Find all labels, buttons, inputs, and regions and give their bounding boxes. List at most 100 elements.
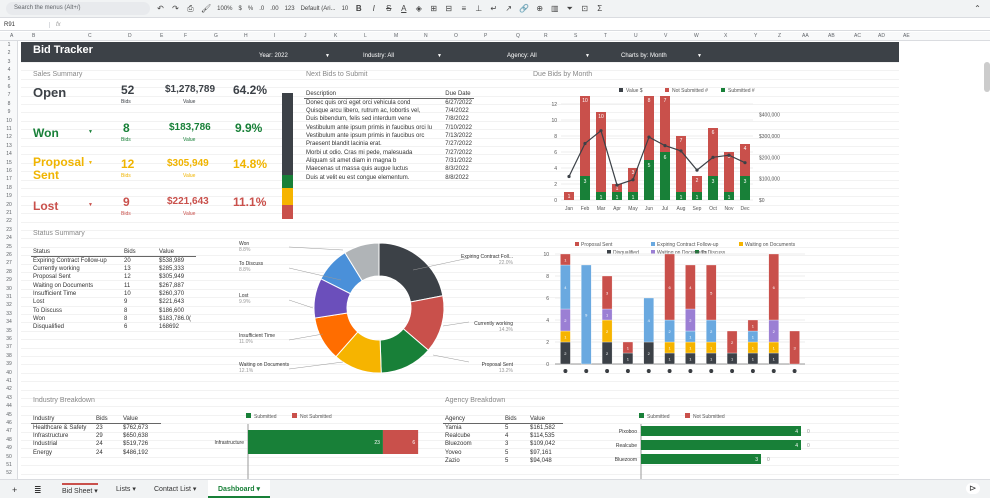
table-row[interactable]: Industrial 24 $519,726 xyxy=(31,440,161,448)
column-header[interactable]: G xyxy=(214,33,218,39)
table-row[interactable]: Insufficient Time 10 $260,370 xyxy=(31,290,196,298)
column-header[interactable]: T xyxy=(604,33,607,39)
redo-icon[interactable]: ↷ xyxy=(171,4,180,13)
column-header[interactable]: Y xyxy=(754,33,757,39)
fill-color-icon[interactable]: ◈ xyxy=(414,4,423,13)
row-header[interactable]: 47 xyxy=(0,428,18,434)
row-header[interactable]: 15 xyxy=(0,160,18,166)
decrease-decimal-button[interactable]: .0 xyxy=(259,6,264,12)
column-header[interactable]: X xyxy=(724,33,727,39)
row-header[interactable]: 40 xyxy=(0,370,18,376)
row-header[interactable]: 32 xyxy=(0,302,18,308)
column-header[interactable]: I xyxy=(274,33,275,39)
row-header[interactable]: 35 xyxy=(0,328,18,334)
filter-icon[interactable]: ⏷ xyxy=(565,4,574,14)
agency-filter[interactable]: Agency: All xyxy=(507,53,537,59)
row-header[interactable]: 45 xyxy=(0,412,18,418)
tab-bid-sheet[interactable]: Bid Sheet ▾ xyxy=(62,483,98,495)
column-header[interactable]: D xyxy=(128,33,132,39)
row-header[interactable]: 17 xyxy=(0,176,18,182)
zoom-select[interactable]: 100% xyxy=(217,6,232,12)
table-row[interactable]: Morbi ut odio. Cras mi pede, malesuada 7/… xyxy=(304,148,474,156)
column-header[interactable]: W xyxy=(694,33,699,39)
column-header[interactable]: F xyxy=(184,33,187,39)
table-row[interactable]: Donec quis orci eget orci vehicula cond 6… xyxy=(304,99,474,108)
table-row[interactable]: To Discuss 8 $186,600 xyxy=(31,306,196,314)
table-row[interactable]: Duis bibendum, felis sed interdum vene 7/… xyxy=(304,115,474,123)
row-header[interactable]: 38 xyxy=(0,353,18,359)
number-format-button[interactable]: 123 xyxy=(285,6,295,12)
table-row[interactable]: Zazio 5 $94,048 xyxy=(443,457,563,465)
chevron-down-icon[interactable]: ▼ xyxy=(437,53,442,59)
strikethrough-icon[interactable]: S xyxy=(384,4,393,13)
column-header[interactable]: K xyxy=(334,33,337,39)
font-size-select[interactable]: 10 xyxy=(342,6,349,12)
column-header[interactable]: J xyxy=(304,33,307,39)
table-row[interactable]: Won 8 $183,786.0( xyxy=(31,315,196,323)
comment-icon[interactable]: ⊕ xyxy=(535,4,544,13)
row-header[interactable]: 23 xyxy=(0,227,18,233)
all-sheets-icon[interactable]: ≣ xyxy=(34,485,42,496)
vertical-scrollbar[interactable] xyxy=(984,62,990,92)
menu-search-input[interactable]: Search the menus (Alt+/) xyxy=(6,2,150,15)
merge-icon[interactable]: ⊟ xyxy=(444,4,453,13)
row-header[interactable]: 1 xyxy=(0,42,18,48)
column-header[interactable]: N xyxy=(424,33,428,39)
row-header[interactable]: 33 xyxy=(0,311,18,317)
table-row[interactable]: Infrastructure 29 $650,638 xyxy=(31,432,161,440)
collapse-toolbar-icon[interactable]: ⌃ xyxy=(973,4,982,13)
row-header[interactable]: 14 xyxy=(0,151,18,157)
column-header[interactable]: M xyxy=(394,33,398,39)
row-header[interactable]: 50 xyxy=(0,454,18,460)
row-header[interactable]: 43 xyxy=(0,395,18,401)
column-header[interactable]: AC xyxy=(854,33,861,39)
table-row[interactable]: Duis at velit eu est congue elementum. 8/… xyxy=(304,173,474,181)
row-header[interactable]: 11 xyxy=(0,126,18,132)
text-color-icon[interactable]: A xyxy=(399,4,408,13)
chevron-down-icon[interactable]: ▼ xyxy=(325,53,330,59)
column-header[interactable]: B xyxy=(32,33,35,39)
row-header[interactable]: 34 xyxy=(0,319,18,325)
row-header[interactable]: 44 xyxy=(0,403,18,409)
link-icon[interactable]: 🔗 xyxy=(519,4,529,13)
tab-contact-list[interactable]: Contact List ▾ xyxy=(154,485,196,493)
row-header[interactable]: 12 xyxy=(0,134,18,140)
functions-icon[interactable]: Σ xyxy=(595,4,604,13)
table-row[interactable]: Vestibulum ante ipsum primis in faucibus… xyxy=(304,124,474,132)
row-header[interactable]: 16 xyxy=(0,168,18,174)
industry-filter[interactable]: Industry: All xyxy=(363,53,394,59)
table-row[interactable]: Expiring Contract Follow-up 20 $538,989 xyxy=(31,257,196,266)
percent-button[interactable]: % xyxy=(248,6,253,12)
table-row[interactable]: Realcube 4 $114,535 xyxy=(443,432,563,440)
table-row[interactable]: Disqualified 6 168692 xyxy=(31,323,196,331)
row-header[interactable]: 29 xyxy=(0,277,18,283)
table-row[interactable]: Aliquam sit amet diam in magna b 7/31/202… xyxy=(304,157,474,165)
column-header[interactable]: AD xyxy=(878,33,885,39)
row-header[interactable]: 27 xyxy=(0,260,18,266)
row-header[interactable]: 22 xyxy=(0,218,18,224)
wrap-icon[interactable]: ↵ xyxy=(489,4,498,13)
column-header[interactable]: O xyxy=(454,33,458,39)
name-box[interactable]: R91 xyxy=(0,21,50,28)
row-header[interactable]: 4 xyxy=(0,67,18,73)
table-row[interactable]: Proposal Sent 12 $305,949 xyxy=(31,273,196,281)
row-header[interactable]: 18 xyxy=(0,185,18,191)
column-header[interactable]: R xyxy=(544,33,548,39)
table-row[interactable]: Maecenas ut massa quis augue luctus 8/3/2… xyxy=(304,165,474,173)
row-header[interactable]: 8 xyxy=(0,101,18,107)
print-icon[interactable]: ⎙ xyxy=(186,4,195,14)
row-header[interactable]: 19 xyxy=(0,193,18,199)
row-header[interactable]: 36 xyxy=(0,336,18,342)
row-header[interactable]: 3 xyxy=(0,59,18,65)
table-row[interactable]: Vestibulum ante ipsum primis in faucibus… xyxy=(304,132,474,140)
column-header[interactable]: V xyxy=(664,33,667,39)
table-row[interactable]: Currently working 13 $285,333 xyxy=(31,265,196,273)
row-header[interactable]: 20 xyxy=(0,202,18,208)
row-header[interactable]: 49 xyxy=(0,445,18,451)
table-row[interactable]: Yamia 5 $161,582 xyxy=(443,424,563,433)
row-header[interactable]: 13 xyxy=(0,143,18,149)
column-header[interactable]: L xyxy=(364,33,367,39)
row-header[interactable]: 25 xyxy=(0,244,18,250)
row-header[interactable]: 10 xyxy=(0,118,18,124)
increase-decimal-button[interactable]: .00 xyxy=(270,6,278,12)
